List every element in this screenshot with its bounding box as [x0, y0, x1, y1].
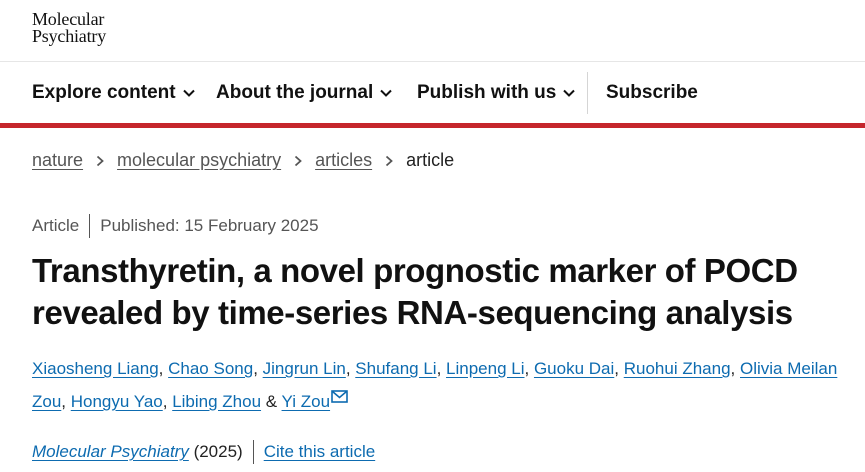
nav-subscribe-label: Subscribe: [606, 81, 698, 103]
chevron-right-icon: [96, 155, 104, 166]
cite-article-link[interactable]: Cite this article: [264, 442, 375, 462]
journal-year: (2025): [193, 442, 243, 461]
chevron-right-icon: [386, 155, 393, 166]
author-link[interactable]: Libing Zhou: [172, 392, 261, 411]
nav-divider: [587, 72, 588, 114]
journal-citation-line: Molecular Psychiatry (2025) Cite this ar…: [32, 440, 375, 464]
nav-about-journal[interactable]: About the journal: [216, 62, 393, 123]
breadcrumb-current: article: [406, 150, 455, 170]
author-link[interactable]: Guoku Dai: [534, 359, 614, 378]
author-list: Xiaosheng Liang, Chao Song, Jingrun Lin,…: [32, 352, 865, 418]
nav-about-label: About the journal: [216, 81, 374, 103]
author-link[interactable]: Shufang Li: [355, 359, 436, 378]
nav-publish-with-us[interactable]: Publish with us: [417, 62, 576, 123]
author-link[interactable]: Xiaosheng Liang: [32, 359, 159, 378]
article-type: Article: [32, 216, 80, 235]
author-and: &: [265, 392, 278, 411]
article-meta: Article Published: 15 February 2025: [32, 214, 319, 238]
article-title: Transthyretin, a novel prognostic marker…: [32, 252, 798, 331]
journal-logo[interactable]: Molecular Psychiatry: [32, 10, 106, 46]
breadcrumb-molecular-psychiatry[interactable]: molecular psychiatry: [117, 150, 281, 171]
chevron-down-icon: [182, 89, 195, 97]
citation-divider: [252, 440, 254, 464]
author-link[interactable]: Zou: [32, 392, 61, 411]
nav-explore-content[interactable]: Explore content: [32, 62, 196, 123]
author-link[interactable]: Linpeng Li: [446, 359, 524, 378]
journal-link[interactable]: Molecular Psychiatry: [32, 442, 189, 462]
meta-divider: [89, 214, 91, 238]
author-link[interactable]: Jingrun Lin: [263, 359, 346, 378]
author-line-1: Xiaosheng Liang, Chao Song, Jingrun Lin,…: [32, 359, 838, 378]
published-date: Published: 15 February 2025: [100, 216, 319, 235]
author-link[interactable]: Olivia Meilan: [740, 359, 837, 378]
chevron-down-icon: [563, 89, 576, 97]
chevron-right-icon: [295, 155, 302, 166]
breadcrumb-nature[interactable]: nature: [32, 150, 83, 171]
author-link[interactable]: Chao Song: [168, 359, 253, 378]
nav-explore-label: Explore content: [32, 81, 176, 103]
chevron-down-icon: [380, 89, 392, 97]
nav-subscribe[interactable]: Subscribe: [606, 62, 698, 123]
author-line-2: Zou, Hongyu Yao, Libing Zhou & Yi Zou: [32, 385, 865, 418]
author-link[interactable]: Yi Zou: [282, 392, 331, 411]
author-link[interactable]: Ruohui Zhang: [624, 359, 731, 378]
author-link[interactable]: Hongyu Yao: [71, 392, 163, 411]
main-nav: Explore content About the journal Publis…: [0, 62, 865, 123]
brand-accent-bar: [0, 123, 865, 128]
mail-icon[interactable]: [331, 390, 348, 403]
logo-line-2: Psychiatry: [32, 26, 106, 46]
breadcrumb: nature molecular psychiatry articles art…: [32, 150, 454, 171]
breadcrumb-articles[interactable]: articles: [315, 150, 372, 171]
nav-publish-label: Publish with us: [417, 81, 557, 103]
